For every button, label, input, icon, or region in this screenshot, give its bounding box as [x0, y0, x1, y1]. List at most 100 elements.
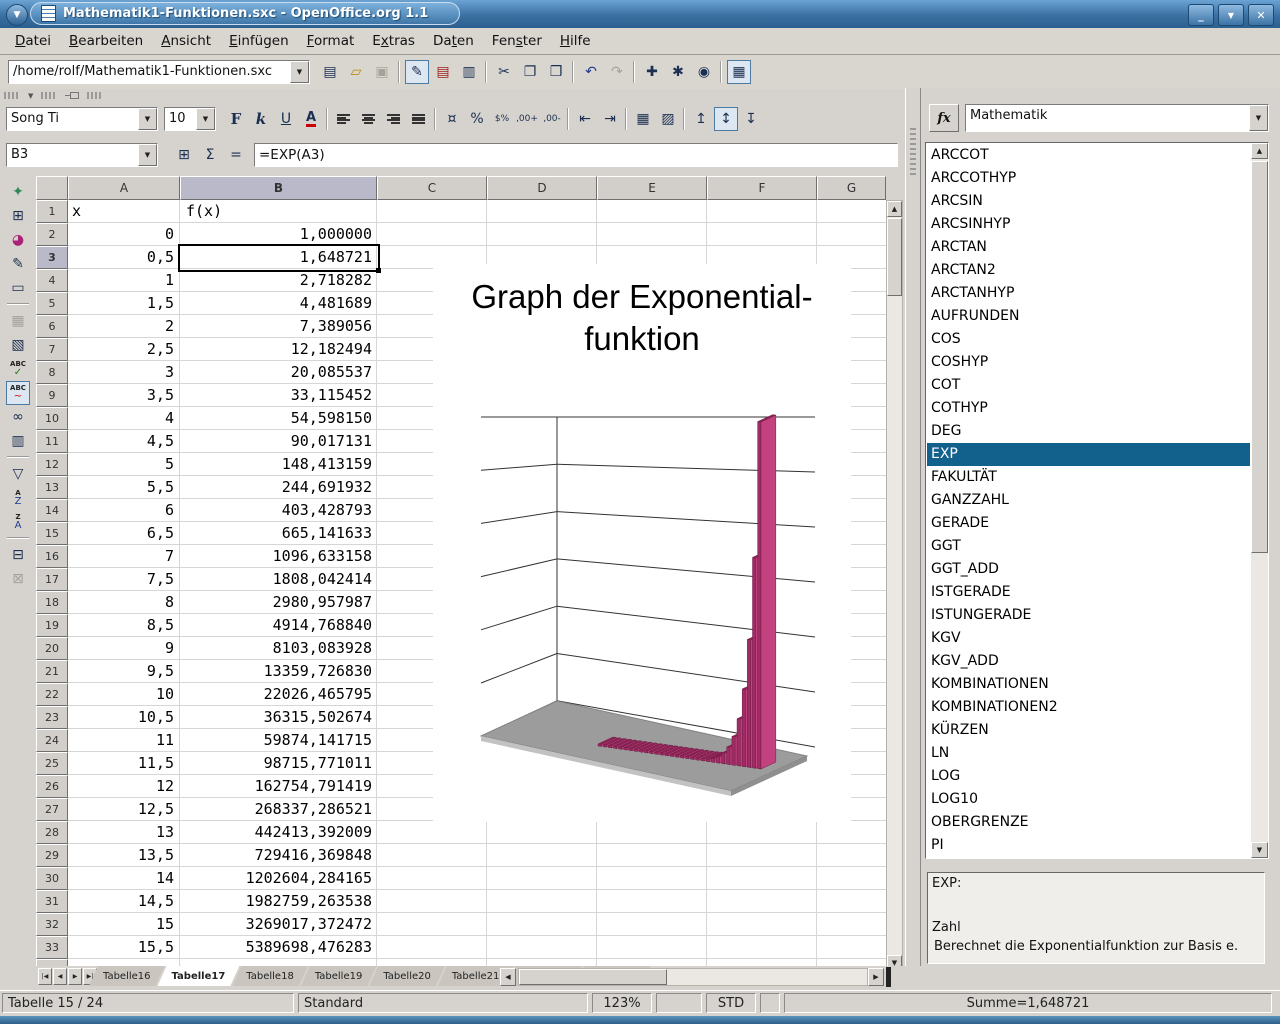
tab-scroll-left-icon[interactable]: ◀	[500, 968, 516, 986]
column-header-g[interactable]: G	[817, 176, 886, 200]
function-item-cothyp[interactable]: COTHYP	[927, 397, 1250, 420]
next-sheet-icon[interactable]: ▶	[68, 968, 82, 985]
row-header-34[interactable]: 34	[36, 959, 68, 966]
row-header-8[interactable]: 8	[36, 361, 68, 384]
chevron-down-icon[interactable]: ▼	[138, 144, 157, 166]
function-item-deg[interactable]: DEG	[927, 420, 1250, 443]
function-item-fakultät[interactable]: FAKULTÄT	[927, 466, 1250, 489]
scroll-up-icon[interactable]: ▲	[1251, 143, 1268, 159]
row-header-14[interactable]: 14	[36, 499, 68, 522]
cell-B28[interactable]: 442413,392009	[182, 821, 372, 844]
chart-object[interactable]: Graph der Exponential- funktion	[433, 264, 851, 822]
scroll-down-icon[interactable]: ▼	[1251, 842, 1268, 858]
standard-format-icon[interactable]: $%	[490, 107, 514, 131]
cell-B13[interactable]: 244,691932	[182, 476, 372, 499]
menu-ansicht[interactable]: Ansicht	[152, 29, 220, 53]
decrease-indent-icon[interactable]: ⇤	[573, 107, 597, 131]
panel-splitter[interactable]	[905, 88, 921, 966]
insert-object-icon[interactable]: ◕	[6, 228, 30, 252]
horizontal-scroll-thumb[interactable]	[519, 969, 667, 985]
first-sheet-icon[interactable]: |◀	[38, 968, 52, 985]
cell-B15[interactable]: 665,141633	[182, 522, 372, 545]
scroll-up-icon[interactable]: ▲	[887, 201, 902, 217]
menu-hilfe[interactable]: Hilfe	[551, 29, 600, 53]
function-item-kombinationen[interactable]: KOMBINATIONEN	[927, 673, 1250, 696]
sheet-grid[interactable]: xf(x)01,0000000,51,64872112,7182821,54,4…	[68, 200, 886, 966]
gallery-icon[interactable]: ▦	[727, 60, 751, 84]
row-header-12[interactable]: 12	[36, 453, 68, 476]
function-item-ggt[interactable]: GGT	[927, 535, 1250, 558]
function-item-istgerade[interactable]: ISTGERADE	[927, 581, 1250, 604]
function-item-cos[interactable]: COS	[927, 328, 1250, 351]
function-item-arctan2[interactable]: ARCTAN2	[927, 259, 1250, 282]
menu-fenster[interactable]: Fenster	[483, 29, 551, 53]
italic-button[interactable]: k	[249, 107, 273, 131]
title-capsule[interactable]: Mathematik1-Funktionen.sxc - OpenOffice.…	[30, 2, 460, 25]
align-left-icon[interactable]	[332, 107, 356, 131]
cell-B11[interactable]: 90,017131	[182, 430, 372, 453]
cell-B4[interactable]: 2,718282	[182, 269, 372, 292]
row-header-27[interactable]: 27	[36, 798, 68, 821]
column-header-b[interactable]: B	[180, 176, 377, 200]
scroll-right-icon[interactable]: ▶	[868, 968, 884, 986]
cell-A3[interactable]: 0,5	[68, 246, 174, 269]
function-list-scrollbar[interactable]: ▲ ▼	[1251, 143, 1268, 858]
function-item-pi[interactable]: PI	[927, 834, 1250, 857]
row-header-16[interactable]: 16	[36, 545, 68, 568]
function-item-kgv_add[interactable]: KGV_ADD	[927, 650, 1250, 673]
split-handle[interactable]	[886, 967, 891, 987]
cell-A18[interactable]: 8	[68, 591, 174, 614]
align-justify-icon[interactable]	[407, 107, 431, 131]
row-header-24[interactable]: 24	[36, 729, 68, 752]
cell-A6[interactable]: 2	[68, 315, 174, 338]
row-header-26[interactable]: 26	[36, 775, 68, 798]
toolbar-grip[interactable]	[41, 92, 57, 99]
cell-B21[interactable]: 13359,726830	[182, 660, 372, 683]
window-menu-button[interactable]: ▼	[6, 4, 28, 26]
cell-B17[interactable]: 1808,042414	[182, 568, 372, 591]
print-icon[interactable]: ▥	[457, 60, 481, 84]
row-header-6[interactable]: 6	[36, 315, 68, 338]
row-header-17[interactable]: 17	[36, 568, 68, 591]
function-wizard-button[interactable]: fx	[929, 104, 959, 132]
cell-A20[interactable]: 9	[68, 637, 174, 660]
cell-B1[interactable]: f(x)	[182, 200, 376, 223]
cell-B29[interactable]: 729416,369848	[182, 844, 372, 867]
status-sum[interactable]: Summe=1,648721	[784, 993, 1272, 1013]
function-item-kombinationen2[interactable]: KOMBINATIONEN2	[927, 696, 1250, 719]
status-page-style[interactable]: Standard	[298, 993, 588, 1013]
function-item-arccothyp[interactable]: ARCCOTHYP	[927, 167, 1250, 190]
function-item-coshyp[interactable]: COSHYP	[927, 351, 1250, 374]
sheet-tab-tabelle20[interactable]: Tabelle20	[369, 966, 445, 986]
row-header-29[interactable]: 29	[36, 844, 68, 867]
cell-A22[interactable]: 10	[68, 683, 174, 706]
chevron-down-icon[interactable]: ▼	[138, 108, 157, 130]
cell-B2[interactable]: 1,000000	[182, 223, 372, 246]
cell-B19[interactable]: 4914,768840	[182, 614, 372, 637]
function-item-ganzzahl[interactable]: GANZZAHL	[927, 489, 1250, 512]
function-scroll-thumb[interactable]	[1251, 161, 1268, 553]
cell-B32[interactable]: 3269017,372472	[182, 913, 372, 936]
sum-icon[interactable]: Σ	[198, 143, 222, 167]
function-autopilot-icon[interactable]: ⊞	[172, 143, 196, 167]
row-header-30[interactable]: 30	[36, 867, 68, 890]
undo-icon[interactable]: ↶	[579, 60, 603, 84]
cell-A11[interactable]: 4,5	[68, 430, 174, 453]
row-header-18[interactable]: 18	[36, 591, 68, 614]
function-item-arccot[interactable]: ARCCOT	[927, 144, 1250, 167]
hyperlink-icon[interactable]: ◉	[692, 60, 716, 84]
status-zoom[interactable]: 123%	[592, 993, 652, 1013]
formula-input[interactable]: =EXP(A3)	[254, 143, 898, 167]
cell-A29[interactable]: 13,5	[68, 844, 174, 867]
cell-B22[interactable]: 22026,465795	[182, 683, 372, 706]
font-size-combo[interactable]: 10 ▼	[164, 107, 216, 131]
delete-decimal-icon[interactable]: ,00-	[540, 107, 564, 131]
cell-A5[interactable]: 1,5	[68, 292, 174, 315]
new-document-icon[interactable]: ▤	[318, 60, 342, 84]
open-icon[interactable]: ▱	[344, 60, 368, 84]
cell-A28[interactable]: 13	[68, 821, 174, 844]
prev-sheet-icon[interactable]: ◀	[53, 968, 67, 985]
function-item-arcsin[interactable]: ARCSIN	[927, 190, 1250, 213]
collapse-toolbar-icon[interactable]: ▼	[28, 92, 33, 100]
function-item-ggt_add[interactable]: GGT_ADD	[927, 558, 1250, 581]
